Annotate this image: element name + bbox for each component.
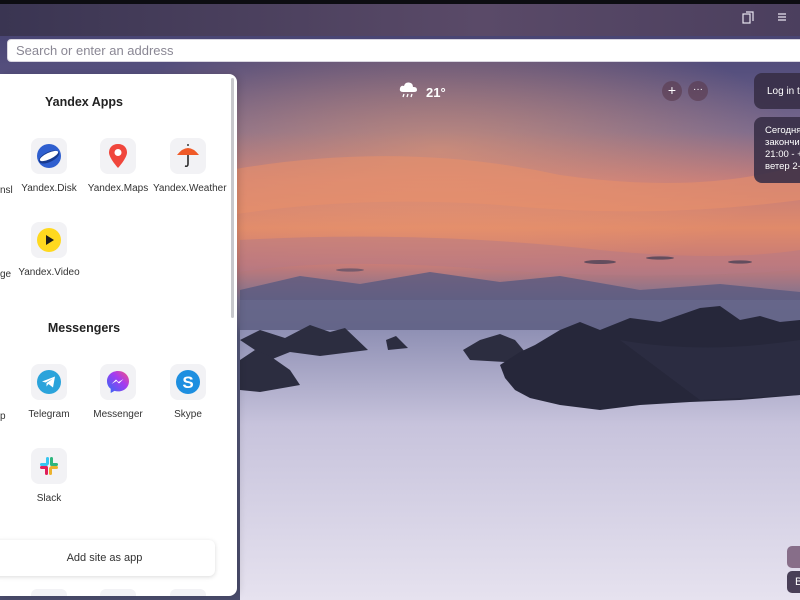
browser-titlebar [0, 0, 800, 36]
address-bar[interactable] [7, 39, 800, 62]
app-label: Yandex.Weather [153, 183, 227, 194]
forecast-line: закончи [765, 137, 800, 148]
telegram-icon [31, 364, 67, 400]
sidebar-apps-panel: Yandex Apps nsl Yandex.Disk Yandex.Maps … [0, 74, 237, 596]
forecast-card[interactable]: Сегодня закончи 21:00 - + ветер 2- [754, 117, 800, 183]
weather-widget[interactable]: 21° [398, 81, 446, 104]
app-yandex-maps[interactable]: Yandex.Maps [83, 138, 153, 195]
messenger-icon [100, 364, 136, 400]
panel-scrollbar[interactable] [231, 78, 234, 318]
login-card[interactable]: Log in t [754, 73, 800, 109]
yandex-disk-icon [31, 138, 67, 174]
add-site-as-app-button[interactable]: Add site as app [0, 540, 215, 576]
app-tile-peek [170, 589, 206, 596]
corner-widget-button[interactable] [787, 546, 800, 568]
corner-widget-button-2[interactable]: В [787, 571, 800, 593]
yandex-weather-icon [170, 138, 206, 174]
section-title-messengers: Messengers [47, 321, 121, 335]
forecast-line: 21:00 - + [765, 149, 800, 160]
app-label: Telegram [28, 409, 70, 420]
yandex-video-icon [31, 222, 67, 258]
app-slack[interactable]: Slack [14, 448, 84, 505]
app-label: Yandex.Disk [21, 183, 77, 194]
more-options-button[interactable]: ··· [688, 81, 708, 101]
yandex-maps-icon [100, 138, 136, 174]
skype-icon: S [170, 364, 206, 400]
slack-icon [31, 448, 67, 484]
bookmarks-icon[interactable] [740, 11, 756, 27]
app-messenger[interactable]: Messenger [83, 364, 153, 421]
app-yandex-disk[interactable]: Yandex.Disk [14, 138, 84, 195]
app-skype[interactable]: S Skype [153, 364, 223, 421]
app-label: Yandex.Maps [87, 183, 149, 194]
cut-app-label: ge [0, 269, 12, 280]
app-tile-peek [31, 589, 67, 596]
menu-icon[interactable] [774, 11, 790, 27]
app-label: Slack [36, 493, 62, 504]
app-label: Skype [174, 409, 202, 420]
app-telegram[interactable]: Telegram [14, 364, 84, 421]
svg-text:S: S [182, 373, 193, 392]
app-yandex-weather[interactable]: Yandex.Weather [153, 138, 227, 195]
app-yandex-video[interactable]: Yandex.Video [14, 222, 84, 279]
add-widget-button[interactable]: + [662, 81, 682, 101]
app-tile-peek [100, 589, 136, 596]
forecast-line: ветер 2- [765, 161, 800, 172]
section-title-yandex-apps: Yandex Apps [44, 95, 124, 109]
weather-temperature: 21° [426, 85, 446, 100]
forecast-line: Сегодня [765, 125, 800, 136]
address-input[interactable] [8, 40, 800, 61]
app-label: Yandex.Video [18, 267, 80, 278]
cloud-rain-icon [398, 81, 420, 104]
window-top-border [0, 0, 800, 4]
cut-app-label: p [0, 411, 6, 422]
login-text: Log in t [767, 86, 800, 97]
app-label: Messenger [93, 409, 143, 420]
cut-app-label: nsl [0, 185, 13, 196]
